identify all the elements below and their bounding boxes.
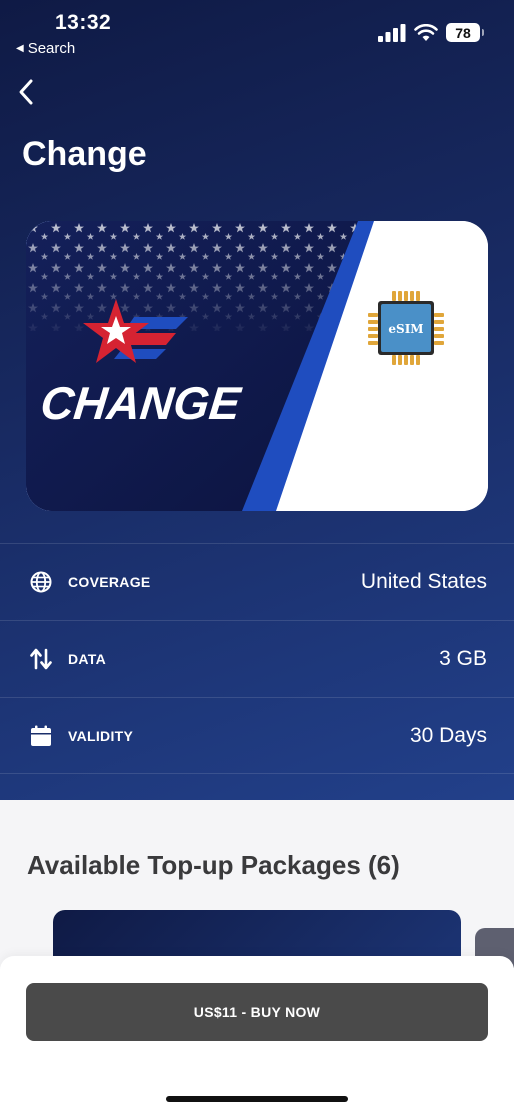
coverage-label: COVERAGE (68, 574, 151, 590)
back-to-app-label: Search (27, 40, 76, 57)
status-icons: 78 (378, 23, 484, 42)
validity-row: VALIDITY 30 Days (0, 697, 514, 774)
signal-icon (378, 23, 406, 42)
back-button[interactable] (8, 72, 44, 112)
wifi-icon (414, 23, 438, 41)
card-brand-text: CHANGE (38, 377, 244, 429)
esim-chip-icon: eSIM (368, 291, 444, 365)
globe-icon (28, 569, 54, 595)
arrows-up-down-icon (28, 646, 54, 672)
esim-chip-label: eSIM (388, 322, 423, 336)
page-title: Change (22, 135, 147, 173)
status-bar: 13:32 ◀ Search 78 (0, 0, 514, 62)
buy-now-button[interactable]: US$11 - BUY NOW (26, 983, 488, 1041)
battery-level: 78 (455, 24, 471, 41)
validity-label: VALIDITY (68, 728, 134, 744)
chevron-left-icon (19, 79, 33, 105)
data-label: DATA (68, 651, 107, 667)
back-to-app-link[interactable]: ◀ Search (16, 40, 75, 57)
status-time: 13:32 (55, 11, 112, 34)
battery-icon: 78 (446, 23, 484, 42)
packages-title: Available Top-up Packages (6) (27, 850, 400, 880)
footer-bar: US$11 - BUY NOW (0, 956, 514, 1112)
data-value: 3 GB (439, 647, 487, 670)
packages-section: Available Top-up Packages (6) (0, 800, 514, 970)
esim-card: CHANGE eSIM (26, 221, 488, 511)
card-artwork: CHANGE eSIM (26, 221, 488, 511)
data-row: DATA 3 GB (0, 620, 514, 697)
hero-section: 13:32 ◀ Search 78 Change CHANGE eSIM COV… (0, 0, 514, 800)
coverage-row: COVERAGE United States (0, 543, 514, 620)
calendar-icon (28, 723, 54, 749)
back-triangle-icon: ◀ (16, 43, 24, 54)
coverage-value: United States (360, 570, 487, 593)
home-indicator[interactable] (166, 1096, 348, 1102)
details-divider (0, 773, 514, 774)
validity-value: 30 Days (409, 724, 487, 747)
